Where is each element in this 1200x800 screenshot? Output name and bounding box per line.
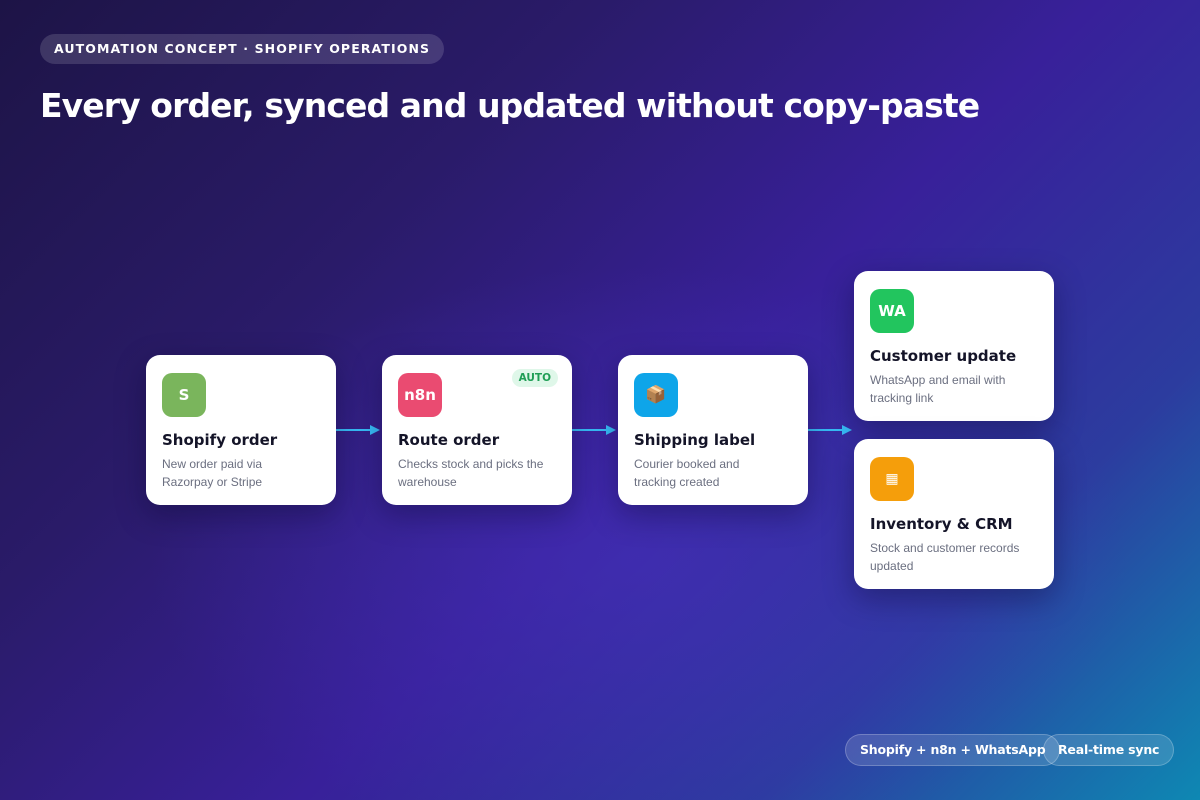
package-icon: 📦 — [634, 373, 678, 417]
connector-route-to-shipping — [572, 425, 616, 435]
connector-shipping-to-outputs — [808, 425, 852, 435]
output-description: WhatsApp and email with tracking link — [870, 373, 1006, 405]
sync-tag: Real-time sync — [1043, 734, 1175, 766]
shopify-icon: S — [162, 373, 206, 417]
step-description: Checks stock and picks the warehouse — [398, 457, 544, 489]
output-card-customer-update: WA Customer update WhatsApp and email wi… — [854, 271, 1054, 421]
auto-badge: AUTO — [511, 369, 558, 387]
output-title: Inventory & CRM — [870, 515, 1013, 533]
step-card-route-order: AUTO n8n Route order Checks stock and pi… — [382, 355, 572, 505]
step-title: Route order — [398, 431, 500, 449]
connector-shopify-to-route — [336, 425, 380, 435]
step-title: Shipping label — [634, 431, 756, 449]
step-card-shopify-order: S Shopify order New order paid via Razor… — [146, 355, 336, 505]
step-card-shipping-label: 📦 Shipping label Courier booked and trac… — [618, 355, 808, 505]
step-description: Courier booked and tracking created — [634, 457, 740, 489]
stack-tag: Shopify + n8n + WhatsApp — [845, 734, 1061, 766]
whatsapp-icon: WA — [870, 289, 914, 333]
output-description: Stock and customer records updated — [870, 541, 1020, 573]
page-title: Every order, synced and updated without … — [40, 86, 980, 125]
output-card-inventory-crm: ▦ Inventory & CRM Stock and customer rec… — [854, 439, 1054, 589]
output-title: Customer update — [870, 347, 1017, 365]
n8n-icon: n8n — [398, 373, 442, 417]
step-description: New order paid via Razorpay or Stripe — [162, 457, 263, 489]
database-icon: ▦ — [870, 457, 914, 501]
eyebrow-label: AUTOMATION CONCEPT · SHOPIFY OPERATIONS — [40, 34, 445, 64]
step-title: Shopify order — [162, 431, 278, 449]
